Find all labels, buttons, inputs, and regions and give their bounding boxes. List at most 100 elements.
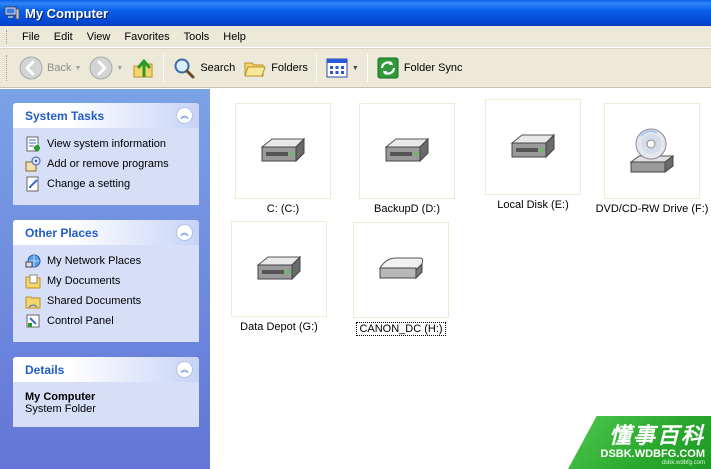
menu-grip[interactable]: [6, 29, 9, 44]
back-dropdown-icon[interactable]: ▼: [74, 65, 81, 72]
drive-thumbnail: [231, 221, 327, 317]
drive-item-d[interactable]: BackupD (D:): [352, 103, 462, 215]
drive-item-e[interactable]: Local Disk (E:): [478, 99, 588, 211]
drive-thumbnail: [353, 222, 449, 318]
search-icon: [174, 58, 195, 79]
place-label: Shared Documents: [47, 295, 142, 307]
drive-label: DVD/CD-RW Drive (F:): [595, 203, 709, 215]
drive-item-h[interactable]: CANON_DC (H:): [346, 222, 456, 336]
place-label: My Documents: [47, 275, 121, 287]
details-header[interactable]: Details ︽: [13, 357, 199, 382]
folder-sync-button[interactable]: Folder Sync: [372, 52, 467, 84]
hard-drive-icon: [510, 133, 556, 159]
menu-view[interactable]: View: [80, 29, 118, 45]
folder-sync-icon: [377, 57, 399, 79]
cd-drive-icon: [629, 128, 675, 173]
views-button[interactable]: ▼: [321, 52, 363, 84]
folder-sync-label: Folder Sync: [403, 62, 463, 74]
system-tasks-panel: System Tasks ︽ View system information A…: [13, 103, 199, 205]
drive-label: Local Disk (E:): [497, 199, 569, 211]
place-my-network-places[interactable]: My Network Places: [25, 251, 191, 271]
collapse-icon[interactable]: ︽: [176, 361, 193, 378]
place-my-documents[interactable]: My Documents: [25, 271, 191, 291]
place-label: My Network Places: [47, 255, 142, 267]
removable-drive-icon: [379, 257, 424, 280]
hard-drive-icon: [260, 137, 306, 163]
menu-favorites[interactable]: Favorites: [117, 29, 176, 45]
folders-icon: [244, 62, 266, 77]
back-label: Back: [47, 62, 72, 74]
forward-dropdown-icon[interactable]: ▼: [116, 65, 123, 72]
drive-item-f[interactable]: DVD/CD-RW Drive (F:): [592, 103, 711, 215]
toolbar: Back ▼ ▼ Search Folders ▼ Folder Sync: [0, 48, 711, 88]
details-item-name: My Computer: [25, 391, 96, 403]
forward-arrow-icon: [89, 56, 113, 80]
drive-label: Data Depot (G:): [240, 321, 318, 333]
watermark-url: DSBK.WDBFG.COM: [600, 448, 706, 460]
toolbar-separator: [315, 54, 317, 82]
my-documents-icon: [25, 274, 41, 289]
menu-bar: File Edit View Favorites Tools Help: [0, 26, 711, 48]
network-places-icon: [25, 254, 41, 268]
change-setting-icon: [26, 176, 39, 192]
control-panel-icon: [26, 314, 40, 328]
details-panel: Details ︽ My Computer System Folder: [13, 357, 199, 427]
search-button[interactable]: Search: [168, 52, 239, 84]
toolbar-separator: [163, 54, 165, 82]
drive-list: C: (C:) BackupD (D:) Local Disk (E:) DVD…: [210, 89, 711, 469]
task-add-remove-programs[interactable]: Add or remove programs: [25, 154, 191, 174]
toolbar-separator: [366, 54, 368, 82]
system-tasks-title: System Tasks: [25, 108, 105, 123]
up-folder-icon: [133, 59, 153, 78]
menu-tools[interactable]: Tools: [177, 29, 217, 45]
drive-label: C: (C:): [266, 203, 300, 215]
search-label: Search: [200, 62, 236, 74]
task-label: View system information: [47, 138, 167, 150]
drive-thumbnail: [485, 99, 581, 195]
other-places-panel: Other Places ︽ My Network Places My Docu…: [13, 220, 199, 342]
views-icon: [326, 58, 348, 78]
views-dropdown-icon[interactable]: ▼: [352, 65, 359, 72]
up-button[interactable]: [127, 52, 159, 84]
task-pane: System Tasks ︽ View system information A…: [0, 89, 210, 469]
hard-drive-icon: [256, 255, 302, 281]
collapse-icon[interactable]: ︽: [176, 107, 193, 124]
hard-drive-icon: [384, 137, 430, 163]
drive-thumbnail: [359, 103, 455, 199]
back-button[interactable]: Back ▼: [15, 52, 85, 84]
menu-help[interactable]: Help: [216, 29, 253, 45]
other-places-title: Other Places: [25, 225, 99, 240]
title-bar[interactable]: My Computer: [0, 0, 711, 26]
drive-item-g[interactable]: Data Depot (G:): [224, 221, 334, 333]
collapse-icon[interactable]: ︽: [176, 224, 193, 241]
menu-edit[interactable]: Edit: [47, 29, 80, 45]
computer-icon: [4, 6, 20, 20]
forward-button[interactable]: ▼: [85, 52, 127, 84]
shared-documents-icon: [25, 296, 41, 309]
menu-file[interactable]: File: [15, 29, 47, 45]
back-arrow-icon: [19, 56, 43, 80]
place-control-panel[interactable]: Control Panel: [25, 311, 191, 331]
details-item-type: System Folder: [25, 403, 96, 415]
folders-button[interactable]: Folders: [239, 52, 312, 84]
drive-item-c[interactable]: C: (C:): [228, 103, 338, 215]
details-title: Details: [25, 362, 65, 377]
toolbar-grip[interactable]: [6, 55, 9, 81]
place-shared-documents[interactable]: Shared Documents: [25, 291, 191, 311]
task-change-setting[interactable]: Change a setting: [25, 174, 191, 194]
drive-thumbnail: [235, 103, 331, 199]
window-title: My Computer: [25, 5, 109, 21]
other-places-header[interactable]: Other Places ︽: [13, 220, 199, 245]
folders-label: Folders: [271, 62, 308, 74]
task-label: Change a setting: [47, 178, 131, 190]
system-tasks-header[interactable]: System Tasks ︽: [13, 103, 199, 128]
drive-label: CANON_DC (H:): [356, 322, 446, 336]
add-remove-programs-icon: [25, 156, 41, 172]
watermark-small-url: dsbk.wdbfg.com: [661, 460, 705, 466]
system-info-icon: [26, 136, 40, 152]
drive-label: BackupD (D:): [373, 203, 441, 215]
drive-thumbnail: [604, 103, 700, 199]
place-label: Control Panel: [47, 315, 114, 327]
task-view-system-information[interactable]: View system information: [25, 134, 191, 154]
task-label: Add or remove programs: [47, 158, 169, 170]
